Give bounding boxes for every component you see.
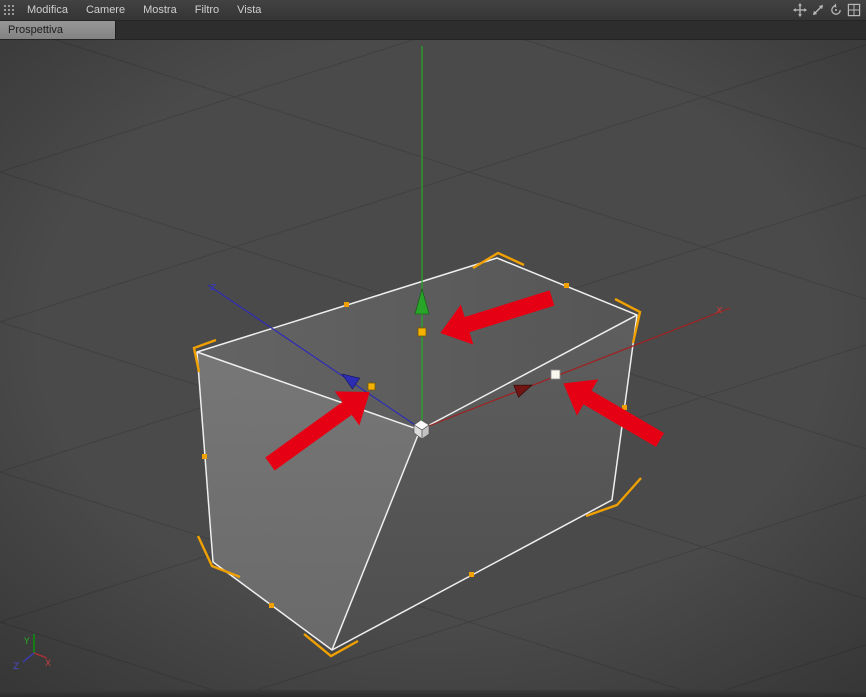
viewport-tab-prospettiva[interactable]: Prospettiva	[0, 21, 116, 39]
indicator-z-label: Z	[13, 662, 19, 672]
z-axis-end-label: z	[209, 280, 216, 293]
x-axis-end-label: x	[715, 303, 723, 316]
menu-grip-icon[interactable]	[0, 0, 18, 20]
y-axis-handle[interactable]	[417, 327, 427, 337]
menu-camere[interactable]: Camere	[77, 1, 134, 19]
menu-vista[interactable]: Vista	[228, 1, 270, 19]
maximize-icon[interactable]	[846, 3, 861, 18]
rotate-icon[interactable]	[828, 3, 843, 18]
viewport-scene: z x Y Z X	[0, 40, 866, 690]
viewport-tab-bar: Prospettiva	[0, 21, 866, 40]
zoom-icon[interactable]	[810, 3, 825, 18]
menu-mostra[interactable]: Mostra	[134, 1, 186, 19]
pan-icon[interactable]	[792, 3, 807, 18]
z-axis-handle[interactable]	[367, 382, 376, 391]
menu-modifica[interactable]: Modifica	[18, 1, 77, 19]
indicator-y-label: Y	[23, 637, 30, 647]
indicator-x-label: X	[45, 659, 51, 669]
x-axis-handle-active[interactable]	[550, 369, 561, 380]
menu-filtro[interactable]: Filtro	[186, 1, 228, 19]
window-bottom-edge	[0, 690, 866, 697]
application-window: Modifica Camere Mostra Filtro Vista Pros…	[0, 0, 866, 697]
menu-bar: Modifica Camere Mostra Filtro Vista	[0, 0, 866, 21]
viewport-3d[interactable]: z x Y Z X	[0, 40, 866, 690]
grid-dots-icon	[3, 4, 14, 15]
view-controls	[792, 3, 866, 18]
